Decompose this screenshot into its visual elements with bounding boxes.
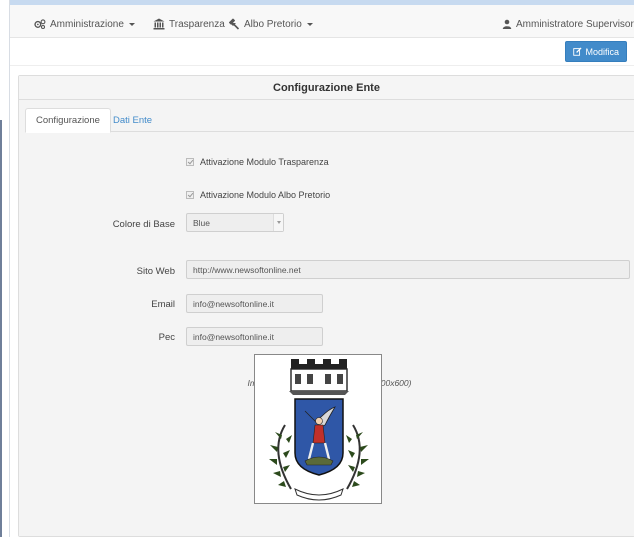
pec-value: info@newsoftonline.it	[193, 331, 274, 342]
user-name: Amministratore Supervisor	[516, 18, 634, 30]
coat-of-arms-icon	[269, 359, 369, 501]
albo-checkbox-label: Attivazione Modulo Albo Pretorio	[200, 190, 331, 200]
colore-base-value: Blue	[193, 217, 211, 228]
chevron-down-icon	[273, 214, 283, 231]
left-edge-bar	[0, 120, 2, 537]
app-frame: Amministrazione Trasparenza Albo Pretori…	[9, 0, 634, 537]
email-label: Email	[151, 299, 175, 310]
email-field[interactable]: info@newsoftonline.it	[186, 294, 323, 313]
colore-base-select[interactable]: Blue	[186, 213, 284, 232]
edit-icon	[573, 47, 583, 56]
user-icon	[502, 19, 512, 29]
albo-toggle[interactable]: Attivazione Modulo Albo Pretorio	[186, 190, 330, 200]
pec-field[interactable]: info@newsoftonline.it	[186, 327, 323, 346]
modifica-button[interactable]: Modifica	[565, 41, 627, 62]
logo-image[interactable]	[254, 354, 382, 504]
email-value: info@newsoftonline.it	[193, 298, 274, 309]
sito-web-label: Sito Web	[136, 266, 175, 277]
bank-icon	[153, 18, 165, 30]
colore-base-label: Colore di Base	[112, 219, 175, 230]
trasparenza-checkbox-label: Attivazione Modulo Trasparenza	[200, 157, 329, 167]
nav-amministrazione-label: Amministrazione	[50, 18, 124, 30]
chevron-down-icon	[128, 22, 135, 26]
nav-albo-pretorio-label: Albo Pretorio	[244, 18, 302, 30]
nav-albo-pretorio[interactable]: Albo Pretorio	[228, 16, 313, 32]
modifica-label: Modifica	[585, 46, 619, 57]
panel-header: Configurazione Ente	[19, 76, 634, 100]
tab-bar: Configurazione Dati Ente	[25, 108, 634, 133]
sito-web-field[interactable]: http://www.newsoftonline.net	[186, 260, 630, 279]
top-navbar: Amministrazione Trasparenza Albo Pretori…	[10, 0, 634, 38]
pec-label: Pec	[158, 332, 175, 343]
nav-trasparenza-label: Trasparenza	[169, 18, 225, 30]
cogs-icon	[34, 19, 46, 30]
chevron-down-icon	[306, 22, 313, 26]
nav-amministrazione[interactable]: Amministrazione	[34, 16, 135, 32]
tab-dati-ente[interactable]: Dati Ente	[103, 108, 162, 133]
user-menu[interactable]: Amministratore Supervisor	[502, 16, 634, 32]
tab-configurazione[interactable]: Configurazione	[25, 108, 111, 133]
nav-trasparenza[interactable]: Trasparenza	[153, 16, 236, 32]
sito-web-value: http://www.newsoftonline.net	[193, 264, 301, 275]
trasparenza-toggle[interactable]: Attivazione Modulo Trasparenza	[186, 157, 329, 167]
page-title: Configurazione Ente	[273, 81, 380, 94]
albo-checkbox[interactable]	[186, 191, 194, 199]
trasparenza-checkbox[interactable]	[186, 158, 194, 166]
action-toolbar: Modifica	[10, 38, 634, 66]
gavel-icon	[228, 18, 240, 30]
